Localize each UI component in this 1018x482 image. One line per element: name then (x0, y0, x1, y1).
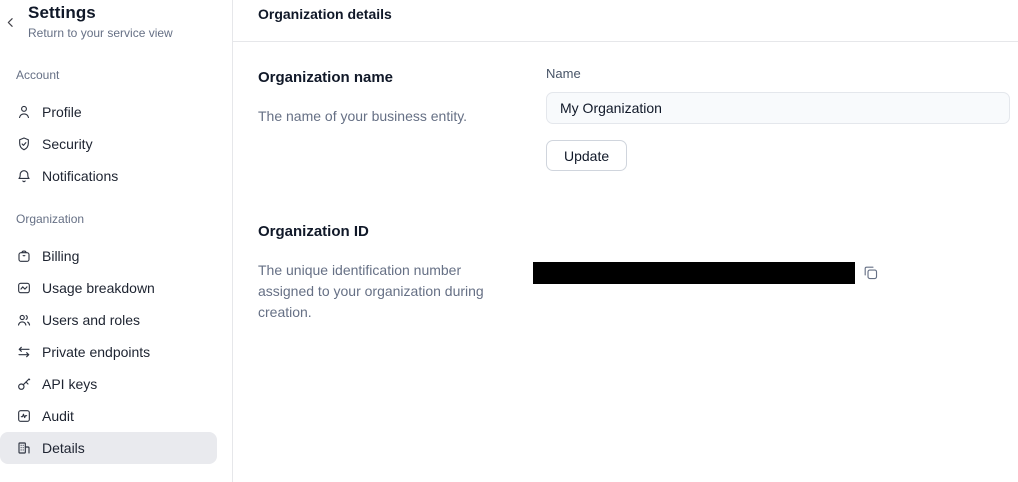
chevron-left-icon (4, 16, 17, 29)
update-button[interactable]: Update (546, 140, 627, 171)
sidebar-item-api-keys[interactable]: API keys (0, 368, 217, 400)
copy-icon (862, 264, 879, 281)
sidebar-item-label: Security (42, 136, 93, 152)
sidebar-item-label: Profile (42, 104, 82, 120)
shield-check-icon (16, 136, 32, 152)
activity-square-icon (16, 408, 32, 424)
sidebar-item-details[interactable]: Details (0, 432, 217, 464)
org-id-heading: Organization ID (258, 223, 369, 240)
sidebar: Settings Return to your service view Acc… (0, 0, 233, 482)
header-divider (233, 41, 1018, 42)
wallet-icon (16, 248, 32, 264)
sidebar-item-label: Audit (42, 408, 74, 424)
sidebar-item-label: Details (42, 440, 85, 456)
sidebar-item-label: Billing (42, 248, 79, 264)
org-id-description: The unique identification number assigne… (258, 260, 510, 323)
key-icon (16, 376, 32, 392)
sidebar-item-label: API keys (42, 376, 97, 392)
user-icon (16, 104, 32, 120)
sidebar-item-billing[interactable]: Billing (0, 240, 217, 272)
section-label-account: Account (16, 68, 59, 82)
bell-icon (16, 168, 32, 184)
sidebar-item-usage-breakdown[interactable]: Usage breakdown (0, 272, 217, 304)
section-label-organization: Organization (16, 212, 84, 226)
organization-id-value-redacted (533, 262, 855, 284)
sidebar-item-users-and-roles[interactable]: Users and roles (0, 304, 217, 336)
sidebar-item-private-endpoints[interactable]: Private endpoints (0, 336, 217, 368)
copy-button[interactable] (861, 263, 880, 282)
users-icon (16, 312, 32, 328)
building-icon (16, 440, 32, 456)
page-title: Organization details (258, 6, 392, 22)
sidebar-item-label: Users and roles (42, 312, 140, 328)
name-field-label: Name (546, 66, 581, 81)
organization-name-input[interactable] (546, 92, 1010, 124)
sidebar-item-audit[interactable]: Audit (0, 400, 217, 432)
back-button[interactable] (1, 13, 19, 31)
org-name-description: The name of your business entity. (258, 106, 467, 127)
sidebar-item-label: Usage breakdown (42, 280, 155, 296)
sidebar-item-profile[interactable]: Profile (0, 96, 217, 128)
sidebar-item-security[interactable]: Security (0, 128, 217, 160)
sidebar-subtitle: Return to your service view (28, 26, 173, 40)
settings-page: Settings Return to your service view Acc… (0, 0, 1018, 482)
org-name-heading: Organization name (258, 69, 393, 86)
chart-square-icon (16, 280, 32, 296)
sidebar-title: Settings (28, 3, 96, 23)
sidebar-item-notifications[interactable]: Notifications (0, 160, 217, 192)
sidebar-item-label: Private endpoints (42, 344, 150, 360)
arrows-swap-icon (16, 344, 32, 360)
sidebar-item-label: Notifications (42, 168, 118, 184)
